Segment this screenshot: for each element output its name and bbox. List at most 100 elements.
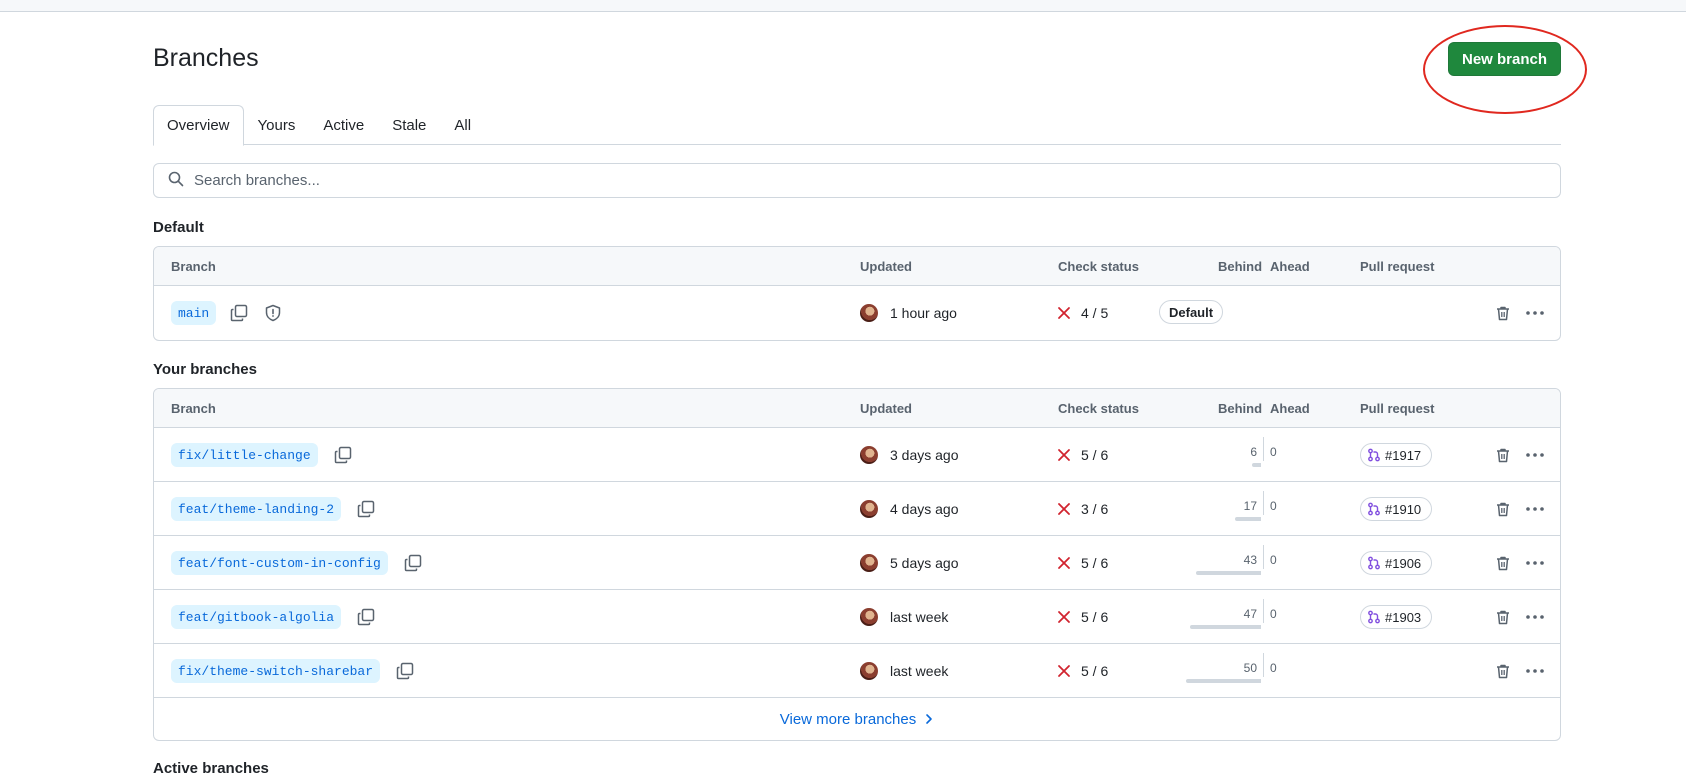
branch-name[interactable]: feat/gitbook-algolia (171, 605, 342, 629)
behind-bar (1190, 625, 1261, 629)
pull-request-number: #1917 (1385, 447, 1422, 463)
behind-count: 6 (1250, 445, 1257, 459)
table-row: main 1 hour ago 4 / 5 Default (154, 286, 1560, 340)
section-title-active-branches: Active branches (153, 760, 269, 777)
default-branch-table: Branch Updated Check status Behind Ahead… (153, 246, 1561, 341)
page-title: Branches (153, 44, 259, 72)
column-updated: Updated (860, 401, 912, 416)
x-icon (1058, 665, 1070, 677)
column-ahead: Ahead (1270, 401, 1310, 416)
more-options-icon[interactable] (1521, 552, 1549, 574)
new-branch-button[interactable]: New branch (1448, 42, 1561, 76)
behind-count: 47 (1243, 607, 1257, 621)
more-options-icon[interactable] (1521, 444, 1549, 466)
more-options-icon[interactable] (1521, 606, 1549, 628)
pull-request-link[interactable]: #1906 (1360, 551, 1433, 575)
copy-icon[interactable] (332, 444, 354, 466)
updated-time: last week (890, 663, 949, 679)
behind-ahead-divider (1263, 491, 1264, 515)
ahead-count: 0 (1270, 661, 1277, 675)
tab-stale[interactable]: Stale (378, 105, 440, 145)
trash-icon[interactable] (1492, 660, 1514, 682)
behind-ahead-divider (1263, 599, 1264, 623)
check-status[interactable]: 5 / 6 (1081, 609, 1108, 625)
avatar (860, 554, 878, 572)
column-branch: Branch (171, 401, 216, 416)
behind-indicator: 6 (1174, 438, 1261, 472)
section-title-default: Default (153, 219, 204, 236)
trash-icon[interactable] (1492, 606, 1514, 628)
view-more-branches-link[interactable]: View more branches (154, 698, 1560, 740)
table-row: fix/little-change 3 days ago 5 / 6 6 0 #… (154, 428, 1560, 482)
avatar (860, 304, 878, 322)
copy-icon[interactable] (355, 498, 377, 520)
more-options-icon[interactable] (1521, 660, 1549, 682)
branch-name[interactable]: fix/little-change (171, 443, 318, 467)
copy-icon[interactable] (402, 552, 424, 574)
tab-yours[interactable]: Yours (244, 105, 310, 145)
check-status[interactable]: 5 / 6 (1081, 447, 1108, 463)
trash-icon[interactable] (1492, 552, 1514, 574)
behind-count: 17 (1243, 499, 1257, 513)
x-icon (1058, 307, 1070, 319)
branch-tabs: Overview Yours Active Stale All (153, 105, 1561, 146)
check-status[interactable]: 3 / 6 (1081, 501, 1108, 517)
search-box (153, 163, 1561, 198)
table-header: Branch Updated Check status Behind Ahead… (154, 389, 1560, 428)
top-bar (0, 0, 1686, 12)
column-updated: Updated (860, 259, 912, 274)
copy-icon[interactable] (355, 606, 377, 628)
trash-icon[interactable] (1492, 444, 1514, 466)
x-icon (1058, 449, 1070, 461)
behind-count: 43 (1243, 553, 1257, 567)
updated-time: last week (890, 609, 949, 625)
branch-name[interactable]: main (171, 301, 217, 325)
pull-request-icon (1368, 448, 1380, 462)
check-status[interactable]: 5 / 6 (1081, 663, 1108, 679)
pull-request-link[interactable]: #1910 (1360, 497, 1433, 521)
check-status[interactable]: 5 / 6 (1081, 555, 1108, 571)
column-pull-request: Pull request (1360, 259, 1435, 274)
more-options-icon[interactable] (1521, 302, 1549, 324)
tab-overview[interactable]: Overview (153, 105, 244, 146)
x-icon (1058, 503, 1070, 515)
your-branches-table: Branch Updated Check status Behind Ahead… (153, 388, 1561, 741)
ahead-count: 0 (1270, 445, 1277, 459)
branch-name[interactable]: feat/theme-landing-2 (171, 497, 342, 521)
trash-icon[interactable] (1492, 302, 1514, 324)
pull-request-link[interactable]: #1917 (1360, 443, 1433, 467)
view-more-label: View more branches (779, 710, 917, 728)
check-status[interactable]: 4 / 5 (1081, 305, 1108, 321)
behind-bar (1235, 517, 1261, 521)
more-options-icon[interactable] (1521, 498, 1549, 520)
trash-icon[interactable] (1492, 498, 1514, 520)
behind-ahead-divider (1263, 545, 1264, 569)
behind-indicator: 43 (1174, 546, 1261, 580)
copy-icon[interactable] (228, 302, 250, 324)
avatar (860, 662, 878, 680)
avatar (860, 446, 878, 464)
column-branch: Branch (171, 259, 216, 274)
avatar (860, 608, 878, 626)
tab-all[interactable]: All (440, 105, 485, 145)
ahead-count: 0 (1270, 607, 1277, 621)
behind-bar (1196, 571, 1261, 575)
pull-request-icon (1368, 502, 1380, 516)
tab-active[interactable]: Active (309, 105, 378, 145)
table-row: feat/theme-landing-2 4 days ago 3 / 6 17… (154, 482, 1560, 536)
branch-name[interactable]: feat/font-custom-in-config (171, 551, 388, 575)
x-icon (1058, 557, 1070, 569)
behind-indicator: 50 (1174, 654, 1261, 688)
column-ahead: Ahead (1270, 259, 1310, 274)
behind-ahead-divider (1263, 653, 1264, 677)
pull-request-icon (1368, 610, 1380, 624)
ahead-count: 0 (1270, 553, 1277, 567)
copy-icon[interactable] (394, 660, 416, 682)
behind-ahead-divider (1263, 437, 1264, 461)
search-input[interactable] (194, 172, 1494, 189)
pull-request-link[interactable]: #1903 (1360, 605, 1433, 629)
behind-bar (1252, 463, 1261, 467)
branch-name[interactable]: fix/theme-switch-sharebar (171, 659, 381, 683)
shield-icon[interactable] (262, 302, 284, 324)
pull-request-icon (1368, 556, 1380, 570)
